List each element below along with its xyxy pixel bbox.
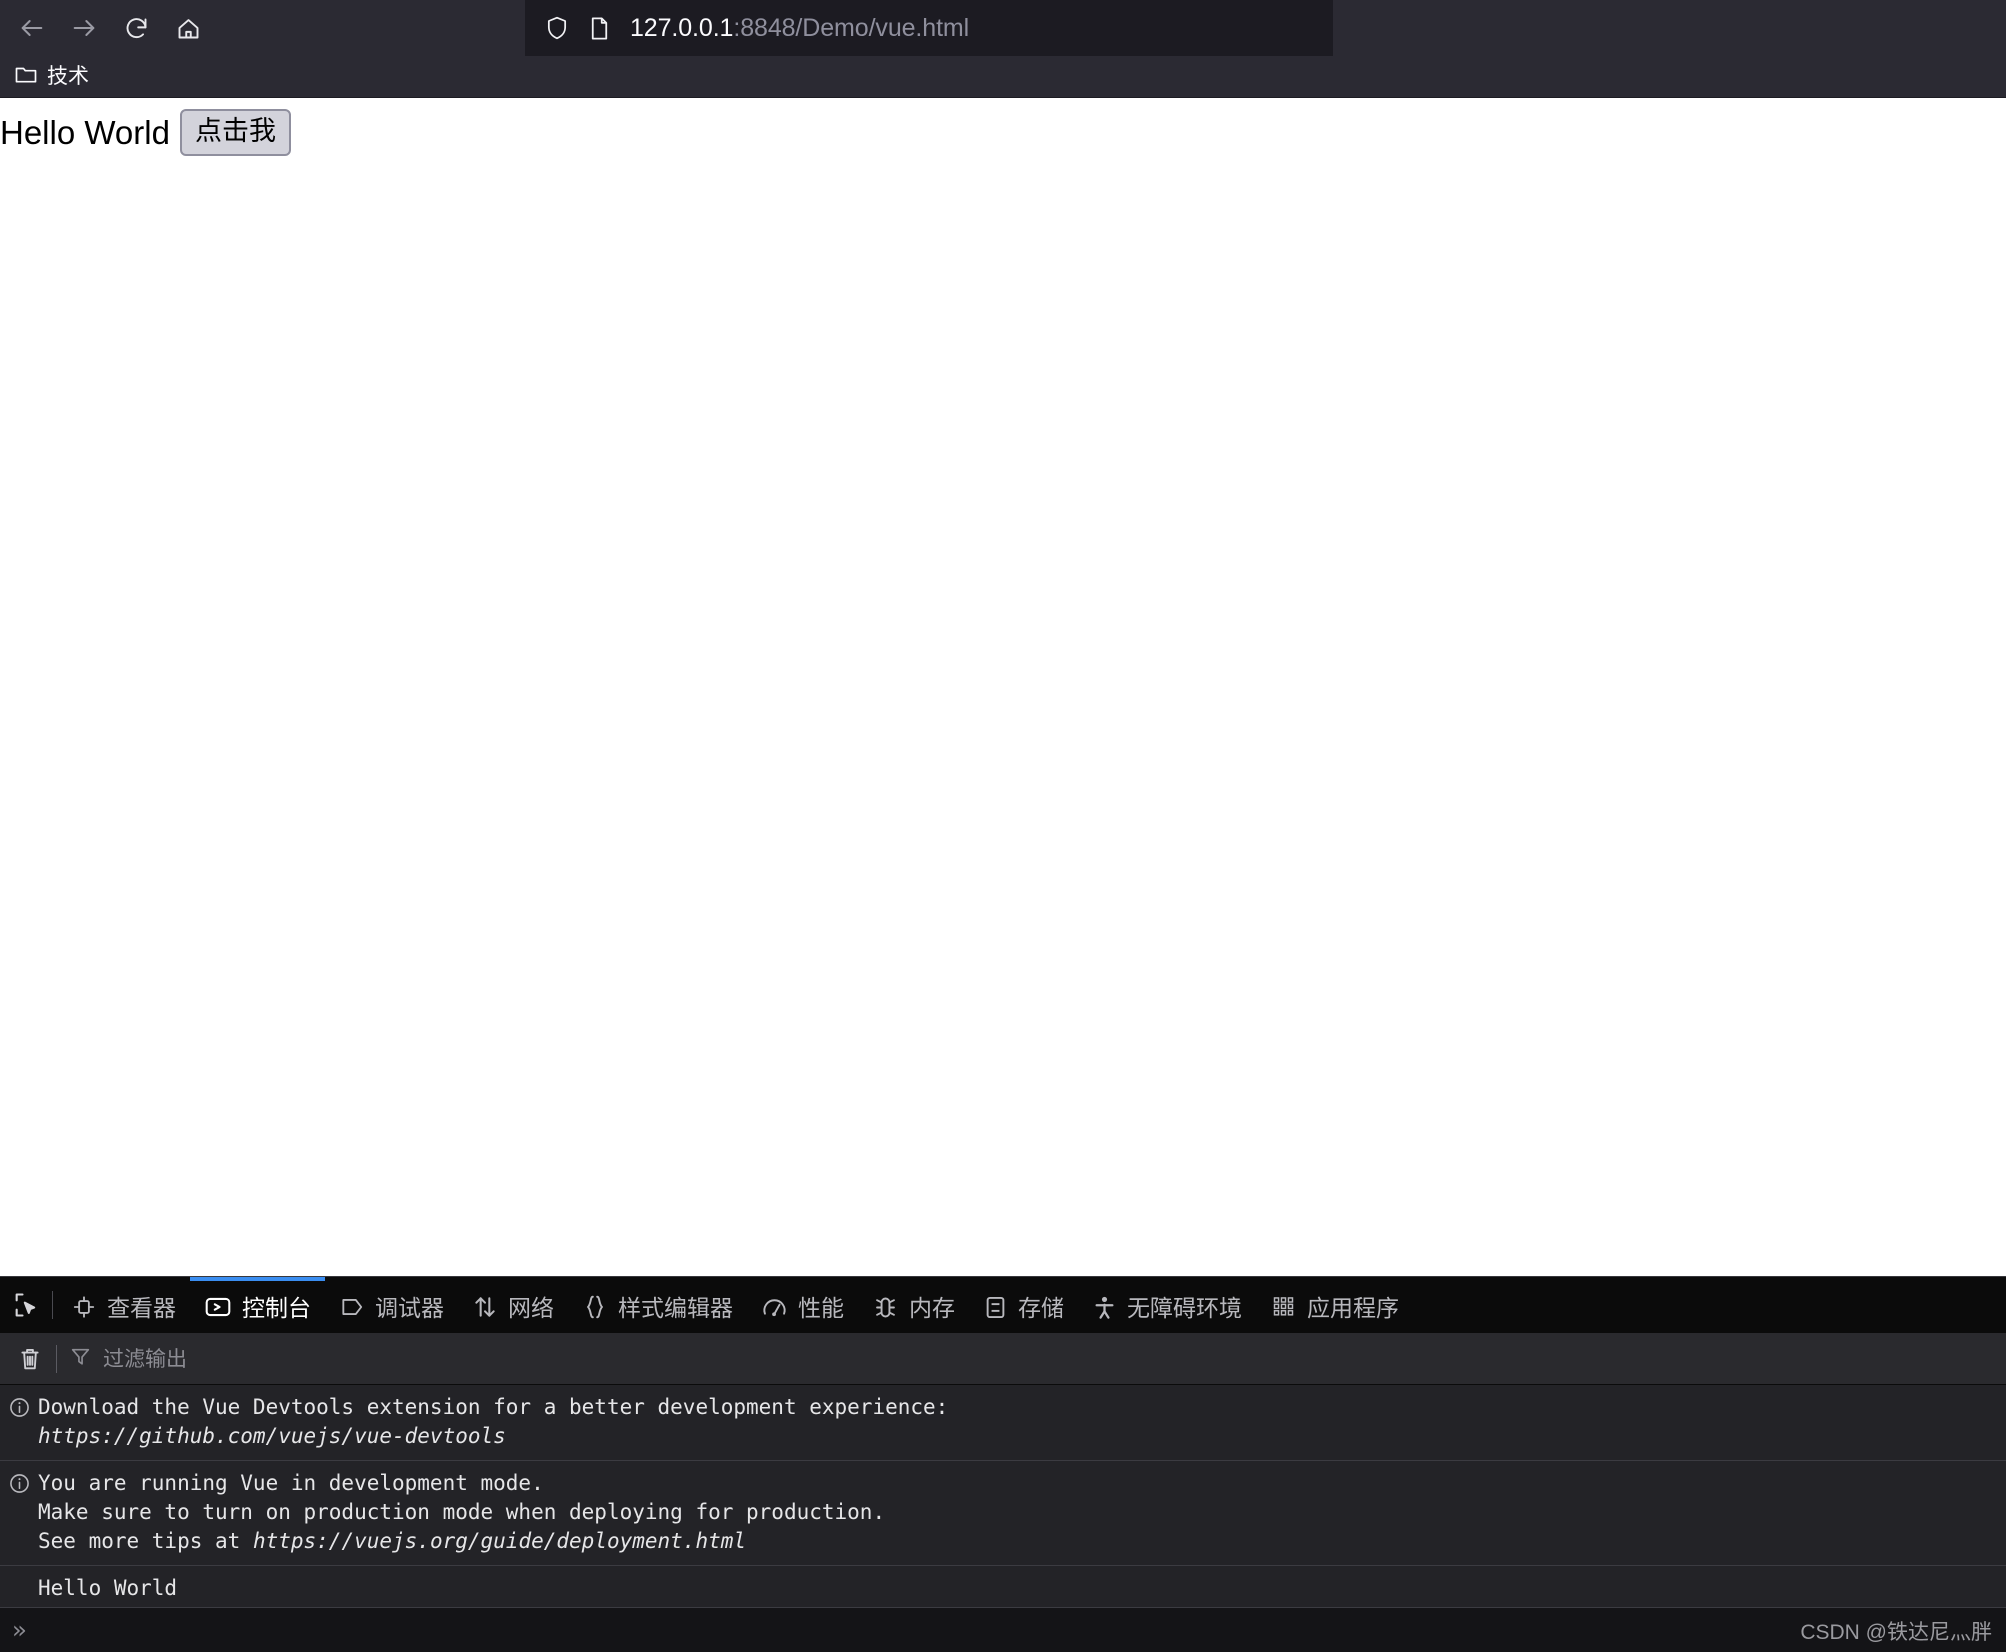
console-message-row[interactable]: You are running Vue in development mode.… [0,1461,2006,1566]
browser-nav-bar: 127.0.0.1:8848/Demo/vue.html [0,0,2006,56]
page-icon [587,15,612,42]
info-icon [8,1393,38,1419]
console-line-with-link: See more tips at https://vuejs.org/guide… [38,1527,885,1556]
filter-placeholder-text: 过滤输出 [103,1347,187,1371]
tab-label: 无障碍环境 [1127,1294,1242,1321]
tab-storage[interactable]: 存储 [969,1277,1078,1333]
tab-performance[interactable]: 性能 [747,1277,858,1333]
bookmark-label: 技术 [47,65,89,88]
console-line-link[interactable]: https://vuejs.org/guide/deployment.html [253,1529,746,1553]
console-message-row[interactable]: Download the Vue Devtools extension for … [0,1385,2006,1461]
application-icon [1273,1296,1294,1316]
inspector-icon [73,1296,95,1318]
back-arrow-icon [21,20,43,36]
element-picker-icon [15,1293,36,1317]
toolbar-divider [52,1291,53,1319]
back-button[interactable] [8,7,56,49]
storage-icon [986,1296,1005,1318]
trash-icon [21,1348,39,1370]
console-message-text: You are running Vue in development mode.… [38,1469,885,1556]
console-message-row[interactable]: Hello World [0,1566,2006,1607]
tab-label: 查看器 [107,1294,176,1321]
tab-label: 网络 [508,1294,554,1321]
shield-icon [543,14,571,42]
console-line: Download the Vue Devtools extension for … [38,1395,949,1419]
url-bar[interactable]: 127.0.0.1:8848/Demo/vue.html [525,0,1333,56]
watermark-text: CSDN @铁达尼灬胖 [1800,1621,1992,1644]
console-line: Hello World [38,1576,178,1600]
devtools-toolbar: 查看器 控制台 调试器 网络 样式编辑器 性能 内存 存储 无障碍环境 应用程序 [0,1277,2006,1334]
accessibility-icon [1095,1296,1114,1319]
memory-icon [876,1297,895,1317]
greeting-text: Hello World [0,113,170,151]
browser-window: 127.0.0.1:8848/Demo/vue.html 技术 Hello Wo… [0,0,2006,1652]
tab-application[interactable]: 应用程序 [1256,1277,1413,1333]
reload-icon [126,17,146,38]
url-path: :8848/Demo/vue.html [733,13,970,42]
home-button[interactable] [164,7,212,49]
console-line-prefix: See more tips at [38,1529,253,1553]
console-line: You are running Vue in development mode. [38,1471,544,1495]
debugger-icon [342,1299,363,1315]
tab-label: 样式编辑器 [618,1294,733,1321]
element-picker-button[interactable] [0,1277,52,1333]
url-host: 127.0.0.1 [630,13,734,42]
clear-console-button[interactable] [8,1339,52,1379]
tab-style-editor[interactable]: 样式编辑器 [568,1277,747,1333]
reload-button[interactable] [112,7,160,49]
tab-console[interactable]: 控制台 [190,1277,325,1333]
console-line-link[interactable]: https://github.com/vuejs/vue-devtools [38,1422,948,1451]
devtools-tab-list: 查看器 控制台 调试器 网络 样式编辑器 性能 内存 存储 无障碍环境 应用程序 [57,1277,2006,1333]
tab-label: 调试器 [375,1294,444,1321]
console-log-no-icon [8,1574,38,1577]
tab-label: 性能 [798,1294,844,1321]
tab-label: 存储 [1018,1294,1064,1321]
vue-app-root: Hello World 点击我 [0,98,2006,157]
bookmark-bar: 技术 [0,56,2006,98]
tab-accessibility[interactable]: 无障碍环境 [1078,1277,1256,1333]
console-filter-bar: 过滤输出 [0,1334,2006,1385]
devtools-panel: 查看器 控制台 调试器 网络 样式编辑器 性能 内存 存储 无障碍环境 应用程序… [0,1276,2006,1652]
chevron-right-double-icon: » [12,1616,27,1644]
style-editor-icon [587,1295,603,1319]
page-viewport: Hello World 点击我 [0,98,2006,1276]
tab-label: 内存 [909,1294,955,1321]
folder-icon [14,63,38,90]
url-text: 127.0.0.1:8848/Demo/vue.html [630,13,970,42]
tab-network[interactable]: 网络 [458,1277,568,1333]
console-message-text: Hello World [38,1574,177,1603]
info-icon [8,1469,38,1495]
tab-label: 控制台 [242,1294,311,1321]
click-me-button[interactable]: 点击我 [179,109,291,157]
tab-label: 应用程序 [1307,1294,1399,1321]
bookmark-item-jishu[interactable]: 技术 [6,60,97,94]
forward-arrow-icon [73,20,95,36]
console-line: Make sure to turn on production mode whe… [38,1500,886,1524]
tab-memory[interactable]: 内存 [858,1277,969,1333]
network-icon [475,1297,495,1317]
console-output[interactable]: Download the Vue Devtools extension for … [0,1385,2006,1607]
console-icon [205,1297,231,1317]
filter-divider [56,1345,57,1373]
home-icon [178,18,198,38]
console-input-prompt[interactable]: » CSDN @铁达尼灬胖 [0,1607,2006,1652]
funnel-icon [69,1345,92,1373]
console-message-text: Download the Vue Devtools extension for … [38,1393,948,1451]
performance-icon [763,1298,786,1316]
forward-button[interactable] [60,7,108,49]
console-filter-input[interactable]: 过滤输出 [69,1339,2006,1379]
tab-debugger[interactable]: 调试器 [325,1277,458,1333]
tab-inspector[interactable]: 查看器 [57,1277,190,1333]
